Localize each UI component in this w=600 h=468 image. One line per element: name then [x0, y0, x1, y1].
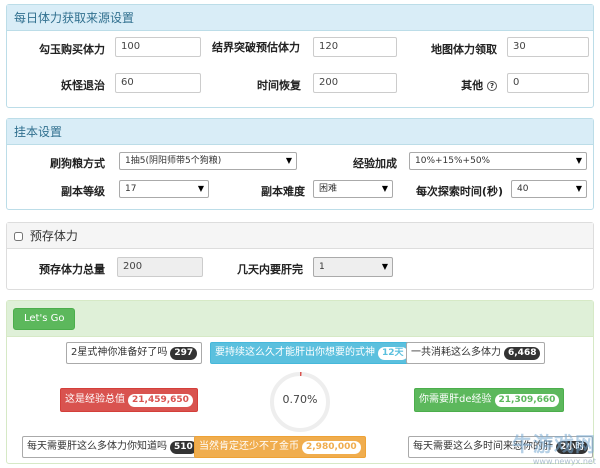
reserve-head: 预存体力 [7, 223, 593, 249]
stat-need-exp: 你需要肝de经验 21,309,660 [414, 388, 565, 412]
label-explore-time: 每次探索时间(秒) [415, 185, 503, 198]
label-farm-method: 刷狗粮方式 [50, 157, 105, 170]
dungeon-level-value: 17 [125, 184, 137, 194]
stat-daily-stamina: 每天需要肝这么多体力你知道吗 510 [22, 436, 202, 458]
farm-method-value: 1抽5(阴阳师带5个狗粮) [125, 156, 222, 166]
reserve-total-input[interactable]: 200 [117, 257, 203, 277]
label-jade-stamina: 勾玉购买体力 [39, 43, 105, 56]
label-reserve-total: 预存体力总量 [39, 263, 105, 276]
chevron-down-icon: ▼ [285, 156, 292, 165]
stat-total-exp-badge: 21,459,650 [128, 394, 193, 407]
stat-duration-badge: 12天 [378, 347, 408, 360]
lets-go-button[interactable]: Let's Go [13, 308, 76, 330]
explore-time-select[interactable]: 40 ▼ [511, 180, 587, 198]
stat-total-cost-badge: 6,468 [504, 347, 541, 360]
stat-ready-badge: 297 [170, 347, 198, 360]
jade-stamina-input[interactable]: 100 [115, 37, 201, 57]
progress-percent: 0.70% [282, 393, 318, 406]
map-stamina-input[interactable]: 30 [507, 37, 589, 57]
stat-total-cost-text: 一共消耗这么多体力 [411, 347, 501, 358]
dungeon-difficulty-value: 困难 [319, 184, 338, 194]
dungeon-level-select[interactable]: 17 ▼ [119, 180, 209, 198]
exp-bonus-value: 10%+15%+50% [415, 156, 491, 166]
chevron-down-icon: ▼ [197, 184, 204, 193]
reserve-days-value: 1 [319, 262, 325, 272]
stat-duration: 要持续这么久才能肝出你想要的式神 12天 [210, 342, 413, 364]
hangup-title: 挂本设置 [7, 119, 593, 145]
daily-stamina-panel: 每日体力获取来源设置 勾玉购买体力 100 结界突破预估体力 120 地图体力领… [6, 4, 594, 108]
stat-ready-text: 2星式神你准备好了吗 [71, 347, 168, 358]
result-head: Let's Go [7, 301, 593, 337]
other-stamina-input[interactable]: 0 [507, 73, 589, 93]
stat-gold-text: 当然肯定还少不了金币 [199, 441, 299, 452]
chevron-down-icon: ▼ [575, 156, 582, 165]
stat-need-exp-text: 你需要肝de经验 [419, 394, 492, 405]
label-other: 其他 ? [409, 77, 497, 93]
reserve-days-select[interactable]: 1 ▼ [313, 257, 393, 277]
stat-ready: 2星式神你准备好了吗 297 [66, 342, 203, 364]
label-demon-subdue: 妖怪退治 [61, 79, 105, 92]
label-dungeon-level: 副本等级 [61, 185, 105, 198]
chevron-down-icon: ▼ [381, 184, 388, 193]
farm-method-select[interactable]: 1抽5(阴阳师带5个狗粮) ▼ [119, 152, 297, 170]
chevron-down-icon: ▼ [381, 262, 388, 271]
label-dungeon-difficulty: 副本难度 [261, 185, 305, 198]
watermark-small: www.newyx.net [532, 457, 596, 466]
stat-need-exp-badge: 21,309,660 [494, 394, 560, 407]
explore-time-value: 40 [517, 184, 529, 194]
barrier-stamina-input[interactable]: 120 [313, 37, 397, 57]
daily-stamina-title: 每日体力获取来源设置 [7, 5, 593, 31]
site-watermark: 牛游戏网 www.newyx.net [512, 428, 596, 466]
stat-total-exp-text: 这是经验总值 [65, 394, 125, 405]
hangup-panel: 挂本设置 刷狗粮方式 1抽5(阴阳师带5个狗粮) ▼ 经验加成 10%+15%+… [6, 118, 594, 210]
stat-total-exp: 这是经验总值 21,459,650 [60, 388, 198, 412]
stat-total-cost: 一共消耗这么多体力 6,468 [406, 342, 546, 364]
label-exp-bonus: 经验加成 [353, 157, 397, 170]
watermark-big: 牛游戏网 [512, 432, 596, 456]
time-recover-input[interactable]: 200 [313, 73, 397, 93]
demon-subdue-input[interactable]: 60 [115, 73, 201, 93]
label-time-recover: 时间恢复 [257, 79, 301, 92]
stat-gold: 当然肯定还少不了金币 2,980,000 [194, 436, 366, 458]
chevron-down-icon: ▼ [575, 184, 582, 193]
reserve-panel: 预存体力 预存体力总量 200 几天内要肝完 1 ▼ [6, 222, 594, 290]
stat-daily-stamina-text: 每天需要肝这么多体力你知道吗 [27, 441, 167, 452]
label-barrier-stamina: 结界突破预估体力 [212, 41, 300, 54]
reserve-title: 预存体力 [29, 229, 78, 243]
label-other-text: 其他 [461, 79, 484, 92]
label-map-stamina: 地图体力领取 [431, 43, 497, 56]
reserve-checkbox[interactable] [14, 232, 23, 241]
stat-gold-badge: 2,980,000 [302, 441, 361, 454]
stat-daily-stamina-badge: 510 [170, 441, 197, 454]
stat-duration-text: 要持续这么久才能肝出你想要的式神 [215, 347, 375, 358]
label-reserve-days: 几天内要肝完 [237, 263, 303, 276]
exp-bonus-select[interactable]: 10%+15%+50% ▼ [409, 152, 587, 170]
dungeon-difficulty-select[interactable]: 困难 ▼ [313, 180, 393, 198]
question-circle-icon[interactable]: ? [487, 81, 497, 91]
